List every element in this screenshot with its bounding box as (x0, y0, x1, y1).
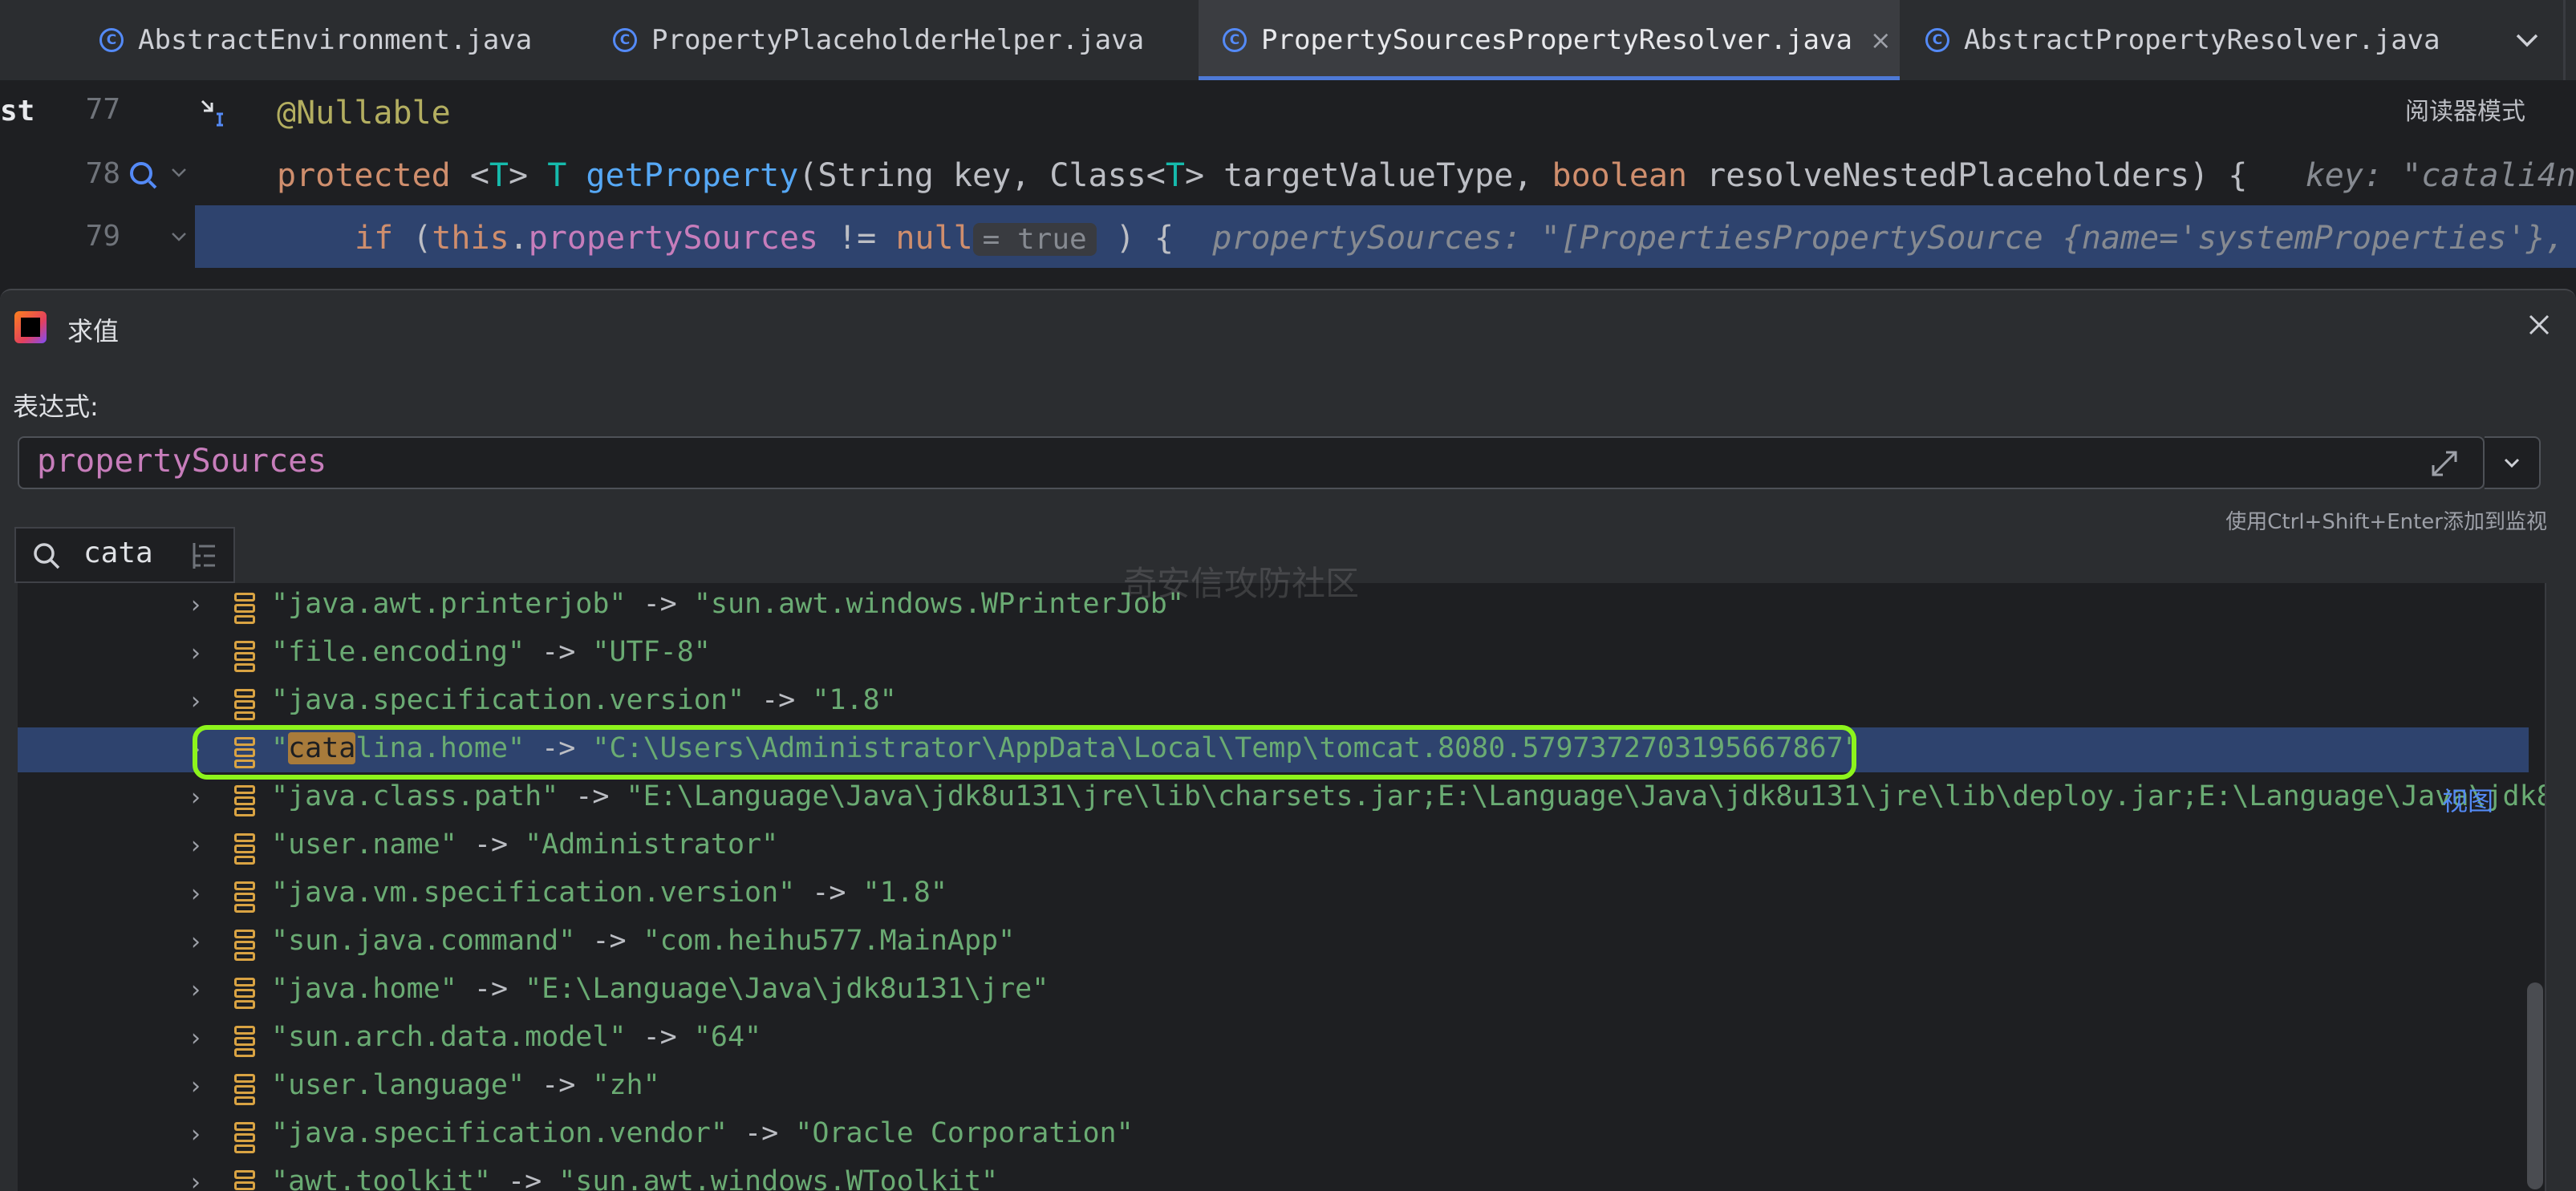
map-entry-icon (234, 881, 255, 913)
tree-row[interactable]: › "file.encoding" -> "UTF-8" (18, 631, 2529, 676)
code-line-78: protected <T> T getProperty(String key, … (277, 144, 2576, 207)
map-entry-icon (234, 1026, 255, 1057)
expand-chevron-icon[interactable]: › (191, 1169, 215, 1191)
code-line-77: @Nullable (277, 95, 451, 132)
tab-label: PropertySourcesPropertyResolver.java (1261, 24, 1852, 56)
intellij-logo-icon (14, 311, 47, 343)
line-number: 77 (85, 93, 120, 126)
line-number: 78 (85, 157, 120, 190)
expression-label: 表达式: (13, 391, 99, 422)
divider (2563, 0, 2566, 80)
inline-condition-value: = true (972, 223, 1097, 256)
expand-chevron-icon[interactable]: › (191, 976, 215, 1005)
code-line-79: if (this.propertySources != null = true )… (355, 220, 2565, 257)
tab-label: PropertyPlaceholderHelper.java (651, 24, 1145, 56)
fold-chevron-icon[interactable] (168, 162, 189, 183)
map-entry-icon (234, 689, 255, 720)
expand-icon[interactable] (2427, 446, 2462, 481)
search-icon (30, 540, 63, 572)
map-entry-icon (234, 1170, 255, 1191)
close-tab-icon[interactable]: × (1870, 25, 1892, 55)
tree-row[interactable]: › "java.class.path" -> "E:\Language\Java… (18, 776, 2545, 820)
map-entry-icon (234, 833, 255, 865)
inline-debug-value: key: "catali4na (2305, 157, 2576, 194)
expand-chevron-icon[interactable]: › (191, 928, 215, 957)
expand-chevron-icon[interactable]: › (191, 1072, 215, 1101)
class-icon: C (1925, 28, 1949, 52)
tab-label: AbstractPropertyResolver.java (1964, 24, 2440, 56)
fold-chevron-icon[interactable] (168, 226, 189, 247)
override-method-icon[interactable] (128, 157, 160, 189)
tab-property-sources-property-resolver[interactable]: C PropertySourcesPropertyResolver.java × (1199, 0, 1900, 80)
code-editor[interactable]: st 77 78 79 @Nullable protected <T> T ge… (0, 82, 2576, 290)
reader-mode-button[interactable]: 阅读器模式 (2405, 91, 2525, 127)
expression-history-dropdown[interactable] (2485, 436, 2541, 489)
inline-debug-value: propertySources: "[PropertiesPropertySou… (1212, 220, 2565, 257)
editor-tab-bar: C AbstractEnvironment.java C PropertyPla… (0, 0, 2576, 82)
expand-chevron-icon[interactable]: › (191, 832, 215, 861)
map-entry-icon (234, 785, 255, 816)
watermark: 奇安信攻防社区 (1123, 564, 1360, 603)
expand-chevron-icon[interactable]: › (191, 784, 215, 812)
search-value: cata (83, 537, 153, 569)
tree-row[interactable]: › "user.name" -> "Administrator" (18, 824, 2529, 869)
expand-chevron-icon[interactable]: › (191, 687, 215, 716)
tree-row[interactable]: › "sun.java.command" -> "com.heihu577.Ma… (18, 920, 2529, 965)
tree-search-field[interactable]: cata (14, 527, 235, 583)
class-icon: C (99, 28, 124, 52)
map-entry-icon (234, 978, 255, 1009)
evaluation-result-tree[interactable]: › "java.awt.printerjob" -> "sun.awt.wind… (18, 583, 2545, 1191)
close-dialog-icon[interactable] (2519, 305, 2559, 345)
tree-row[interactable]: › "java.home" -> "E:\Language\Java\jdk8u… (18, 968, 2529, 1013)
annotation-highlight-box (193, 725, 1856, 780)
tab-abstract-property-resolver[interactable]: C AbstractPropertyResolver.java (1925, 0, 2471, 80)
map-entry-icon (234, 641, 255, 672)
tab-property-placeholder-helper[interactable]: C PropertyPlaceholderHelper.java (613, 0, 1174, 80)
tab-abstract-environment[interactable]: C AbstractEnvironment.java (99, 0, 597, 80)
tree-row[interactable]: › "user.language" -> "zh" (18, 1064, 2529, 1109)
expand-chevron-icon[interactable]: › (191, 1024, 215, 1053)
chevron-down-icon (2504, 458, 2520, 468)
dialog-title: 求值 (67, 316, 120, 346)
expand-chevron-icon[interactable]: › (191, 591, 215, 620)
vertical-scrollbar[interactable] (2527, 982, 2543, 1189)
tree-row[interactable]: › "java.specification.version" -> "1.8" (18, 679, 2529, 724)
tree-row[interactable]: › "sun.arch.data.model" -> "64" (18, 1016, 2529, 1061)
expand-chevron-icon[interactable]: › (191, 880, 215, 909)
tab-label: AbstractEnvironment.java (138, 24, 533, 56)
expression-input[interactable]: propertySources (18, 436, 2485, 489)
tree-row[interactable]: › "java.specification.vendor" -> "Oracle… (18, 1112, 2529, 1157)
class-icon: C (613, 28, 637, 52)
expand-chevron-icon[interactable]: › (191, 639, 215, 668)
view-value-link[interactable]: 视图 (2442, 781, 2493, 818)
step-into-icon[interactable] (199, 96, 231, 128)
add-to-watches-hint: 使用Ctrl+Shift+Enter添加到监视 (2225, 510, 2547, 534)
divider (2545, 583, 2546, 1191)
tree-row[interactable]: › "awt.toolkit" -> "sun.awt.windows.WToo… (18, 1161, 2529, 1191)
line-number: 79 (85, 220, 120, 253)
tabs-dropdown-chevron-icon[interactable] (2509, 22, 2545, 58)
class-icon: C (1223, 28, 1247, 52)
expression-value: propertySources (37, 443, 327, 480)
map-entry-icon (234, 930, 255, 961)
expand-chevron-icon[interactable]: › (191, 1120, 215, 1149)
map-entry-icon (234, 1122, 255, 1153)
filter-icon[interactable] (191, 540, 220, 572)
map-entry-icon (234, 593, 255, 624)
tree-row[interactable]: › "java.vm.specification.version" -> "1.… (18, 872, 2529, 917)
map-entry-icon (234, 1074, 255, 1105)
